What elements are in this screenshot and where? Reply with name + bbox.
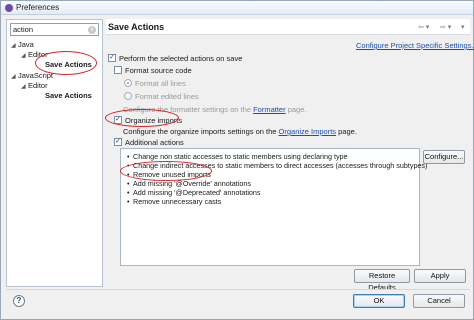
clear-filter-icon[interactable]: x — [88, 26, 96, 34]
format-edited-radio[interactable] — [124, 92, 132, 100]
menu-dropdown-icon[interactable]: ▾ — [461, 23, 465, 31]
collapse-arrow-icon[interactable]: ◢ — [11, 42, 18, 49]
page-header: Save Actions ⇦ ▾ ⇨ ▾ ▾ — [106, 19, 470, 35]
filter-input[interactable]: action — [10, 23, 99, 36]
collapse-arrow-icon[interactable]: ◢ — [21, 83, 28, 90]
footer-divider — [6, 289, 470, 290]
configure-button[interactable]: Configure... — [423, 150, 465, 164]
preferences-window: Preferences action x ◢ Java ◢ Editor Save … — [0, 0, 474, 320]
restore-defaults-button[interactable]: Restore Defaults — [354, 269, 410, 292]
formatter-hint: Configure the formatter settings on the … — [123, 105, 307, 114]
save-actions-page: Save Actions ⇦ ▾ ⇨ ▾ ▾ Configure Project… — [106, 19, 474, 292]
list-item[interactable]: • Change non static accesses to static me… — [127, 152, 348, 161]
format-edited-label: Format edited lines — [135, 92, 199, 101]
organize-imports-checkbox[interactable]: ✓ — [114, 116, 122, 124]
help-icon[interactable]: ? — [13, 295, 25, 307]
forward-arrow-icon[interactable]: ⇨ ▾ — [440, 23, 451, 31]
organize-hint: Configure the organize imports settings … — [123, 127, 357, 136]
format-all-label: Format all lines — [135, 79, 186, 88]
preference-tree: action x ◢ Java ◢ Editor Save Actions ◢ Jav… — [6, 19, 103, 287]
perform-label: Perform the selected actions on save — [119, 54, 243, 63]
organize-imports-label: Organize imports — [125, 116, 183, 125]
additional-actions-list[interactable]: • Change non static accesses to static me… — [120, 148, 427, 266]
ok-button[interactable]: OK — [353, 294, 405, 308]
cancel-button[interactable]: Cancel — [413, 294, 465, 308]
list-item[interactable]: • Add missing '@Override' annotations — [127, 179, 251, 188]
tree-item-java-save-actions[interactable]: Save Actions — [45, 60, 92, 69]
tree-item-java[interactable]: ◢ Java — [11, 40, 34, 49]
eclipse-icon — [5, 4, 13, 12]
page-title: Save Actions — [108, 22, 165, 32]
organize-imports-link[interactable]: Organize Imports — [279, 127, 337, 136]
back-arrow-icon[interactable]: ⇦ ▾ — [418, 23, 429, 31]
additional-actions-checkbox[interactable]: ✓ — [114, 138, 122, 146]
apply-button[interactable]: Apply — [414, 269, 466, 283]
tree-item-js-editor[interactable]: ◢ Editor — [21, 81, 48, 90]
list-item[interactable]: • Remove unnecessary casts — [127, 197, 221, 206]
format-all-radio[interactable] — [124, 79, 132, 87]
list-item[interactable]: • Change indirect accesses to static memb… — [127, 161, 427, 170]
tree-item-javascript[interactable]: ◢ JavaScript — [11, 71, 53, 80]
format-source-label: Format source code — [125, 66, 192, 75]
collapse-arrow-icon[interactable]: ◢ — [11, 73, 18, 80]
formatter-link[interactable]: Formatter — [253, 105, 286, 114]
tree-item-js-save-actions[interactable]: Save Actions — [45, 91, 92, 100]
window-title: Preferences — [16, 3, 60, 12]
tree-item-java-editor[interactable]: ◢ Editor — [21, 50, 48, 59]
list-item[interactable]: • Add missing '@Deprecated' annotations — [127, 188, 261, 197]
title-bar: Preferences — [1, 1, 473, 15]
perform-checkbox[interactable]: ✓ — [108, 54, 116, 62]
list-item[interactable]: • Remove unused imports — [127, 170, 211, 179]
additional-actions-label: Additional actions — [125, 138, 184, 147]
configure-project-settings-link[interactable]: Configure Project Specific Settings... — [356, 41, 474, 50]
format-source-checkbox[interactable] — [114, 66, 122, 74]
collapse-arrow-icon[interactable]: ◢ — [21, 52, 28, 59]
